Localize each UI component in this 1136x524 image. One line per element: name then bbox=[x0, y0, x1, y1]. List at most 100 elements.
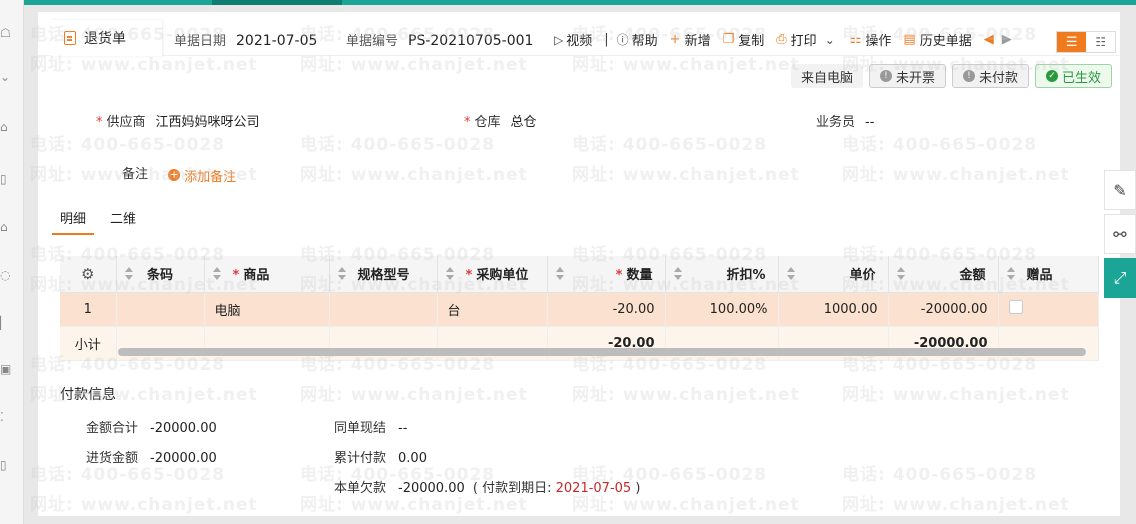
remark-field: 备注 + 添加备注 bbox=[122, 166, 237, 185]
tab-detail[interactable]: 明细 bbox=[52, 208, 95, 235]
accumulated-payment: 累计付款 0.00 bbox=[334, 451, 427, 466]
supplier-field[interactable]: * 供应商 江西妈妈咪呀公司 bbox=[96, 111, 260, 130]
due-date: 2021-07-05 bbox=[555, 481, 632, 496]
col-unit[interactable]: * 采购单位 bbox=[437, 256, 548, 293]
col-barcode[interactable]: 条码 bbox=[116, 256, 205, 293]
effective-status-badge[interactable]: ✓ 已生效 bbox=[1034, 64, 1112, 88]
owed-amount: 本单欠款 -20000.00 ( 付款到期日: 2021-07-05 ) bbox=[334, 481, 641, 496]
salesman-field[interactable]: 业务员 -- bbox=[816, 111, 874, 130]
grid-icon: ⚏ bbox=[849, 32, 862, 47]
nav-icon[interactable]: ⌂ bbox=[0, 220, 12, 234]
nav-icon[interactable]: ▯ bbox=[0, 458, 12, 472]
info-icon: ! bbox=[962, 70, 975, 82]
cell-spec[interactable] bbox=[329, 292, 438, 327]
video-button[interactable]: ▷ 视频 bbox=[554, 30, 592, 50]
document-title-tab[interactable]: 退货单 bbox=[50, 20, 162, 56]
nav-icon[interactable]: ⌂ bbox=[0, 120, 12, 134]
purchase-amount: 进货金额 -20000.00 bbox=[86, 451, 217, 466]
toolbar: ▷ 视频 | ⓘ 帮助 + 新增 ❐ 复制 ⎙ 打印 ⌄ ⚏ 操作 ▤ 历史单据 ◀ bbox=[554, 30, 1024, 49]
payment-status-badge[interactable]: ! 未付款 bbox=[951, 64, 1029, 88]
col-price[interactable]: 单价 bbox=[778, 256, 889, 293]
notes-icon[interactable]: ✎ bbox=[1104, 170, 1136, 210]
nav-icon[interactable]: ▯ bbox=[0, 172, 12, 186]
print-button[interactable]: ⎙ 打印 ⌄ bbox=[776, 30, 837, 49]
plus-icon: + bbox=[669, 32, 681, 47]
history-button[interactable]: ▤ 历史单据 bbox=[903, 30, 971, 49]
column-settings[interactable]: ⚙ bbox=[60, 256, 117, 293]
nav-icon[interactable]: ◌ bbox=[0, 268, 12, 282]
nav-icon[interactable]: ⁚ bbox=[0, 410, 12, 424]
gift-checkbox[interactable] bbox=[1008, 300, 1023, 314]
detail-tabs: 明细 二维 bbox=[52, 208, 136, 235]
col-gift[interactable]: 赠品 bbox=[998, 256, 1099, 293]
cell-discount[interactable]: 100.00% bbox=[665, 292, 779, 327]
nav-icon[interactable]: ▣ bbox=[0, 362, 12, 376]
sort-icon bbox=[786, 267, 795, 281]
gear-icon: ⚙ bbox=[81, 264, 95, 283]
tab-2d[interactable]: 二维 bbox=[110, 208, 136, 235]
info-icon: ! bbox=[879, 70, 892, 82]
cell-qty[interactable]: -20.00 bbox=[547, 292, 666, 327]
total-amount: 金额合计 -20000.00 bbox=[86, 421, 217, 436]
col-spec[interactable]: 规格型号 bbox=[329, 256, 438, 293]
nav-icon[interactable]: ⌄ bbox=[0, 70, 12, 84]
cell-amount[interactable]: -20000.00 bbox=[888, 292, 999, 327]
help-button[interactable]: ⓘ 帮助 bbox=[617, 30, 658, 49]
col-discount[interactable]: 折扣% bbox=[665, 256, 779, 293]
detail-table: ⚙ 条码 * 商品 规格型号 * 采购单位 * 数量 折扣% 单价 金额 赠品 1 电… bbox=[60, 256, 1099, 361]
arrow-right-icon: ▶ bbox=[1001, 32, 1012, 47]
col-amount[interactable]: 金额 bbox=[888, 256, 999, 293]
sort-icon bbox=[124, 267, 133, 281]
list-view-icon[interactable]: ☰ bbox=[1057, 32, 1087, 52]
document-title: 退货单 bbox=[84, 31, 126, 47]
top-accent-bar bbox=[24, 0, 1136, 5]
view-switch: ☰ ☷ bbox=[1056, 31, 1116, 53]
cell-unit[interactable]: 台 bbox=[437, 292, 548, 327]
sort-icon bbox=[445, 267, 454, 281]
document-date: 单据日期 2021-07-05 bbox=[174, 33, 318, 49]
invoice-status-badge[interactable]: ! 未开票 bbox=[868, 64, 946, 88]
copy-button[interactable]: ❐ 复制 bbox=[723, 30, 765, 49]
history-doc-icon: ▤ bbox=[903, 32, 916, 47]
cell-barcode[interactable] bbox=[116, 292, 205, 327]
sort-icon bbox=[212, 267, 221, 281]
left-nav-rail: ☖ ⌄ ⌂ ▯ ⌂ ◌ ▏ ▣ ⁚ ▯ bbox=[0, 0, 24, 524]
col-qty[interactable]: * 数量 bbox=[547, 256, 666, 293]
sort-icon bbox=[337, 267, 346, 281]
nav-icon[interactable]: ▏ bbox=[0, 316, 12, 330]
cell-product[interactable]: 电脑 bbox=[204, 292, 330, 327]
chevron-down-icon[interactable]: ⌄ bbox=[825, 33, 835, 47]
horizontal-scrollbar[interactable] bbox=[118, 348, 1086, 356]
next-button[interactable]: ▶ bbox=[1002, 32, 1012, 47]
nav-icon[interactable]: ☖ bbox=[0, 26, 12, 40]
cash-settlement[interactable]: 同单现结 -- bbox=[334, 417, 407, 436]
cell-gift[interactable] bbox=[998, 292, 1099, 327]
plus-circle-icon: + bbox=[168, 168, 181, 181]
document-card: 退货单 单据日期 2021-07-05 单据编号 PS-20210705-001 ▷… bbox=[38, 12, 1120, 516]
help-icon: ⓘ bbox=[616, 33, 629, 47]
source-badge: 来自电脑 bbox=[790, 64, 863, 88]
document-number: 单据编号 PS-20210705-001 bbox=[346, 33, 534, 49]
sort-icon bbox=[555, 267, 564, 281]
add-remark-button[interactable]: + 添加备注 bbox=[168, 166, 236, 185]
document-icon bbox=[64, 31, 76, 45]
warehouse-field[interactable]: * 仓库 总仓 bbox=[464, 111, 537, 130]
prev-button[interactable]: ◀ bbox=[984, 32, 994, 47]
payment-section-title: 付款信息 bbox=[60, 387, 116, 403]
operate-button[interactable]: ⚏ 操作 bbox=[850, 30, 892, 49]
play-icon: ▷ bbox=[554, 32, 564, 47]
sort-icon bbox=[673, 267, 682, 281]
side-tools: ✎ ⚯ ⤢ bbox=[1104, 170, 1136, 302]
status-badges: 来自电脑 ! 未开票 ! 未付款 ✓ 已生效 bbox=[790, 64, 1112, 88]
copy-icon: ❐ bbox=[722, 32, 735, 47]
cell-price[interactable]: 1000.00 bbox=[778, 292, 889, 327]
document-header: 退货单 单据日期 2021-07-05 单据编号 PS-20210705-001 ▷… bbox=[38, 20, 1120, 56]
table-header-row: ⚙ 条码 * 商品 规格型号 * 采购单位 * 数量 折扣% 单价 金额 赠品 bbox=[60, 256, 1099, 293]
card-view-icon[interactable]: ☷ bbox=[1086, 32, 1115, 52]
attachment-icon[interactable]: ⚯ bbox=[1104, 214, 1136, 254]
printer-icon: ⎙ bbox=[776, 32, 787, 47]
table-row[interactable]: 1 电脑 台 -20.00 100.00% 1000.00 -20000.00 bbox=[60, 292, 1099, 327]
expand-icon[interactable]: ⤢ bbox=[1104, 258, 1136, 298]
col-product[interactable]: * 商品 bbox=[204, 256, 330, 293]
add-button[interactable]: + 新增 bbox=[670, 30, 711, 49]
